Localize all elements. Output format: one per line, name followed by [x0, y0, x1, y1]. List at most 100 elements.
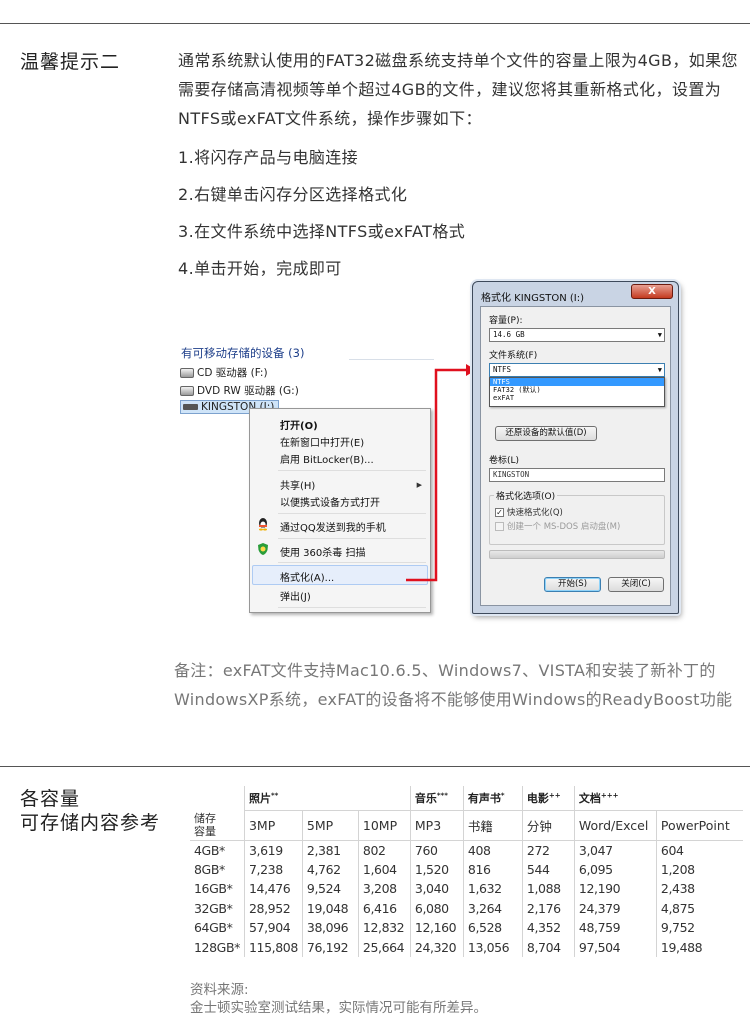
- source-label: 资料来源:: [190, 982, 249, 998]
- menu-360-scan[interactable]: 使用 360杀毒 扫描: [280, 544, 365, 559]
- close-icon[interactable]: X: [631, 284, 673, 299]
- group-music: 音乐***: [409, 786, 464, 811]
- filesystem-label: 文件系统(F): [489, 351, 538, 361]
- msdos-label: 创建一个 MS-DOS 启动盘(M): [507, 522, 621, 532]
- table-cell: 6,416: [357, 898, 411, 918]
- menu-open-new-window[interactable]: 在新窗口中打开(E): [280, 434, 364, 449]
- top-rule: [0, 23, 750, 24]
- capacity-label: 容量(P):: [489, 316, 523, 326]
- table-row: 16GB* 14,476 9,524 3,208 3,040 1,632 1,088 12,1…: [190, 879, 744, 899]
- tip-intro: 通常系统默认使用的FAT32磁盘系统支持单个文件的容量上限为4GB，如果您需要存…: [178, 51, 738, 128]
- close-button[interactable]: 关闭(C): [608, 577, 664, 592]
- table-cell: 12,160: [409, 918, 464, 938]
- capacity-select[interactable]: 14.6 GB ▼: [489, 328, 665, 342]
- table-cell: 76,192: [301, 937, 359, 957]
- col-mp3: MP3: [409, 810, 464, 841]
- table-cell-capacity: 64GB*: [194, 920, 233, 936]
- table-cell: 604: [655, 840, 744, 860]
- options-label: 格式化选项(O): [494, 489, 558, 502]
- option-fat32[interactable]: FAT32 (默认): [490, 386, 664, 394]
- table-cell: 7,238: [243, 859, 303, 879]
- table-cell: 3,208: [357, 879, 411, 899]
- table-cell-capacity: 32GB*: [194, 900, 233, 916]
- checkmark-icon: ✓: [495, 507, 504, 517]
- col-3mp: 3MP: [243, 810, 303, 841]
- table-cell: 4,352: [521, 918, 575, 938]
- capacity-table: 照片** 音乐*** 有声书* 电影++ 文档+++ 储存 容量 3MP 5MP…: [190, 786, 744, 957]
- capacity-value: 14.6 GB: [493, 330, 525, 339]
- menu-share[interactable]: 共享(H): [280, 477, 315, 492]
- table-cell: 1,632: [462, 879, 523, 899]
- dropdown-arrow-icon: ▼: [657, 366, 662, 374]
- col-word-excel: Word/Excel: [573, 810, 657, 841]
- device-dvd[interactable]: DVD RW 驱动器 (G:): [180, 383, 299, 398]
- table-cell: 19,048: [301, 898, 359, 918]
- dialog-body: 容量(P): 14.6 GB ▼ 文件系统(F) NTFS ▼ NTFS FAT32…: [480, 306, 671, 606]
- format-dialog: 格式化 KINGSTON (I:) X 容量(P): 14.6 GB ▼ 文件系统…: [472, 281, 679, 614]
- table-cell: 8,704: [521, 937, 575, 957]
- table-cell: 25,664: [357, 937, 411, 957]
- volume-label: 卷标(L): [489, 456, 520, 466]
- tip-title: 温馨提示二: [20, 51, 121, 73]
- table-cell: 38,096: [301, 918, 359, 938]
- step-3: 3.在文件系统中选择NTFS或exFAT格式: [178, 222, 466, 241]
- table-row: 4GB* 3,619 2,381 802 760 408 272 3,047 604: [190, 840, 744, 860]
- step-2: 2.右键单击闪存分区选择格式化: [178, 185, 408, 204]
- table-cell: 272: [521, 840, 575, 860]
- col-books: 书籍: [462, 810, 523, 841]
- device-cd-label: CD 驱动器 (F:): [197, 367, 268, 379]
- msdos-checkbox[interactable]: 创建一个 MS-DOS 启动盘(M): [495, 520, 620, 532]
- group-documents: 文档+++: [573, 786, 744, 811]
- table-cell: 12,190: [573, 879, 657, 899]
- table-row: 32GB* 28,952 19,048 6,416 6,080 3,264 2,176 24,…: [190, 898, 744, 918]
- group-movie: 电影++: [521, 786, 575, 811]
- table-cell: 3,619: [243, 840, 303, 860]
- group-audiobook: 有声书*: [462, 786, 523, 811]
- usb-drive-icon: [183, 404, 198, 410]
- menu-eject[interactable]: 弹出(J): [280, 588, 311, 603]
- dropdown-arrow-icon: ▼: [657, 331, 662, 339]
- table-cell: 544: [521, 859, 575, 879]
- filesystem-select[interactable]: NTFS ▼: [489, 363, 665, 377]
- middle-rule: [0, 766, 750, 767]
- step-1: 1.将闪存产品与电脑连接: [178, 148, 359, 167]
- table-cell: 3,264: [462, 898, 523, 918]
- table-cell: 14,476: [243, 879, 303, 899]
- menu-send-qq[interactable]: 通过QQ发送到我的手机: [280, 519, 386, 534]
- table-cell: 57,904: [243, 918, 303, 938]
- menu-bitlocker[interactable]: 启用 BitLocker(B)...: [280, 451, 374, 466]
- filesystem-value: NTFS: [493, 365, 512, 374]
- table-cell: 1,520: [409, 859, 464, 879]
- qq-icon: [256, 517, 270, 531]
- table-cell: 9,524: [301, 879, 359, 899]
- menu-open[interactable]: 打开(O): [280, 417, 318, 432]
- table-cell: 3,047: [573, 840, 657, 860]
- table-cell: 24,379: [573, 898, 657, 918]
- table-cell: 2,381: [301, 840, 359, 860]
- table-corner: [190, 786, 244, 810]
- table-cell: 2,438: [655, 879, 744, 899]
- option-ntfs[interactable]: NTFS: [490, 378, 664, 386]
- col-minutes: 分钟: [521, 810, 575, 841]
- start-button[interactable]: 开始(S): [544, 577, 601, 592]
- menu-format[interactable]: 格式化(A)...: [280, 569, 334, 584]
- table-cell: 6,080: [409, 898, 464, 918]
- step-4: 4.单击开始，完成即可: [178, 259, 342, 278]
- device-cd[interactable]: CD 驱动器 (F:): [180, 365, 268, 380]
- table-cell: 4,875: [655, 898, 744, 918]
- col-capacity: 储存 容量: [190, 810, 245, 841]
- dialog-title: 格式化 KINGSTON (I:): [481, 293, 585, 304]
- table-cell: 1,604: [357, 859, 411, 879]
- arrow-connector: [406, 364, 476, 582]
- table-cell: 13,056: [462, 937, 523, 957]
- volume-input[interactable]: KINGSTON: [489, 468, 665, 482]
- table-cell: 760: [409, 840, 464, 860]
- table-cell-capacity: 16GB*: [194, 881, 233, 897]
- quick-format-checkbox[interactable]: ✓ 快速格式化(Q): [495, 506, 563, 518]
- note-text: 备注：exFAT文件支持Mac10.6.5、Windows7、VISTA和安装了…: [174, 661, 733, 709]
- menu-portable-device[interactable]: 以便携式设备方式打开: [280, 494, 380, 509]
- restore-defaults-button[interactable]: 还原设备的默认值(D): [495, 426, 597, 441]
- option-exfat[interactable]: exFAT: [490, 394, 664, 402]
- table-cell: 6,095: [573, 859, 657, 879]
- table-cell-capacity: 4GB*: [194, 842, 225, 858]
